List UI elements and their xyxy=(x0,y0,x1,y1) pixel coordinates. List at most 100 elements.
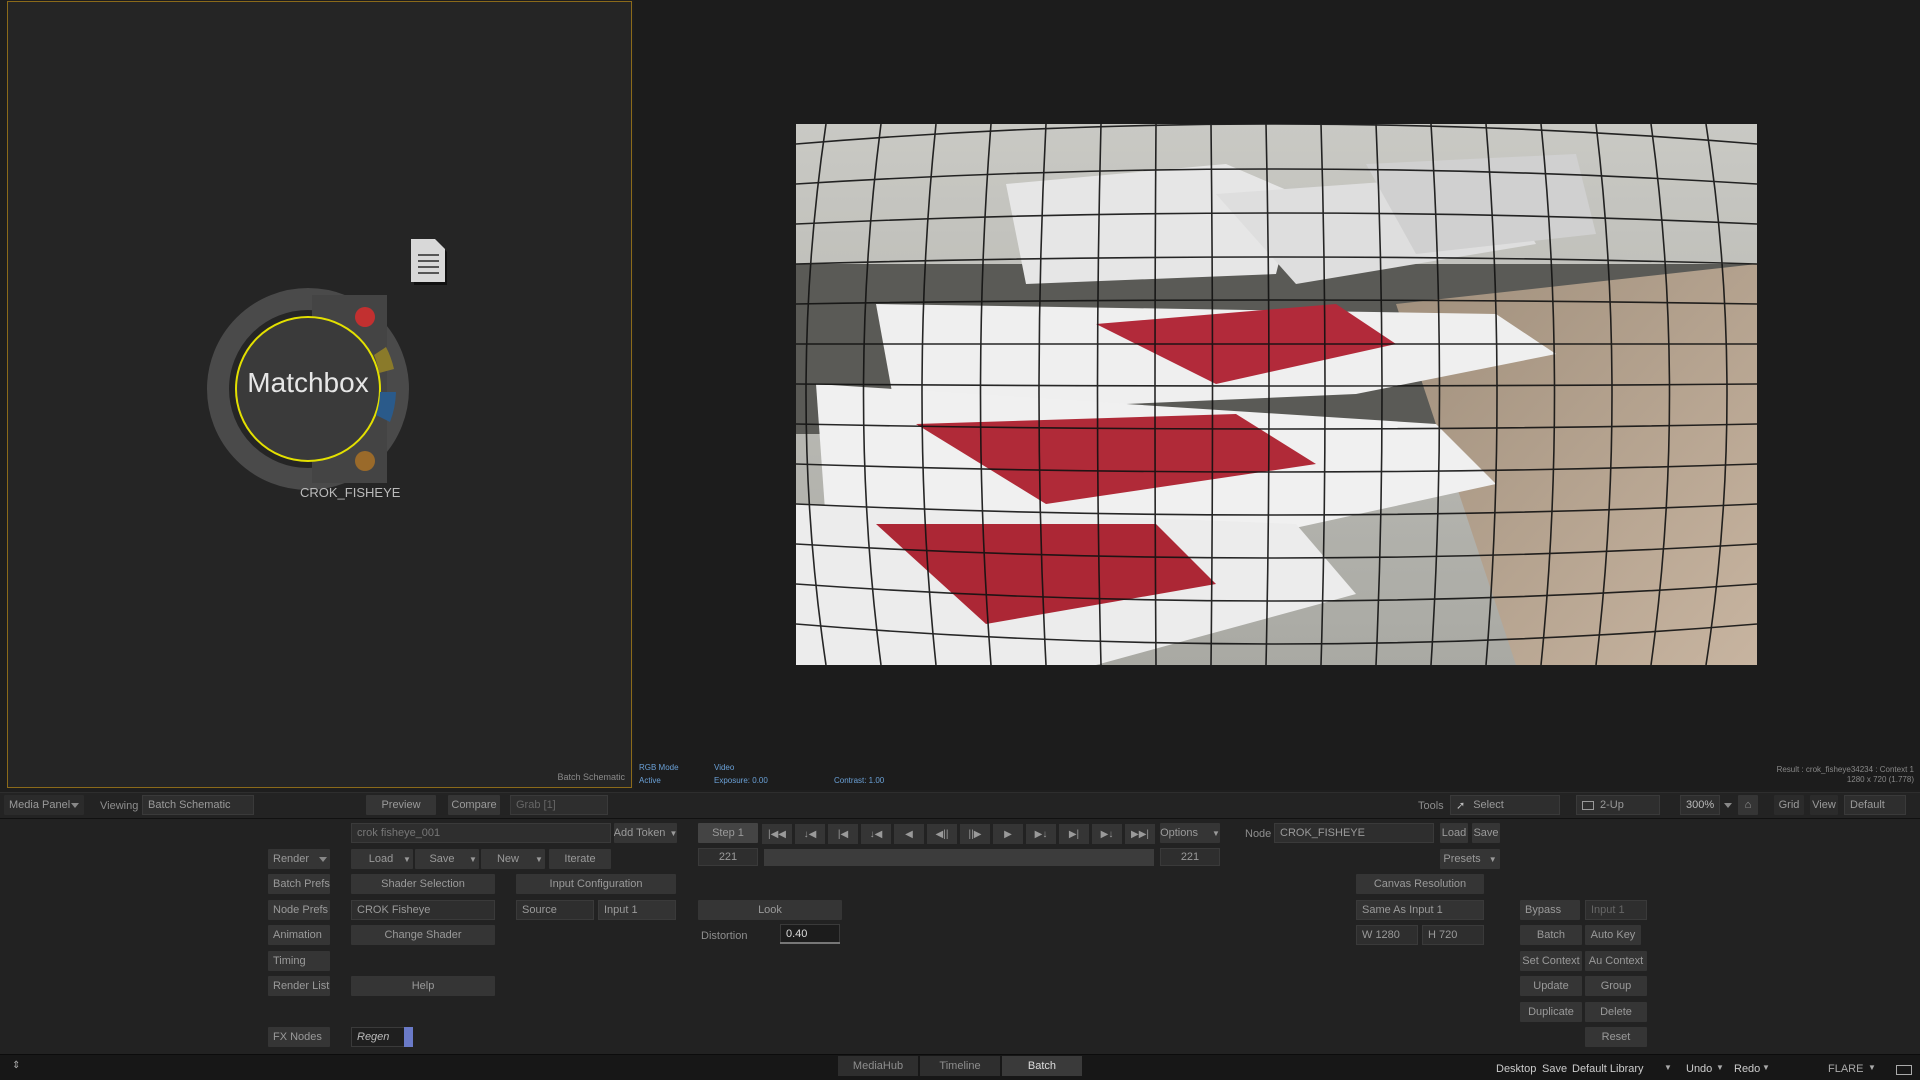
save-button[interactable]: Save xyxy=(415,849,469,869)
viewer-image[interactable] xyxy=(796,124,1757,665)
keyboard-icon[interactable] xyxy=(1896,1065,1912,1075)
bypass-button[interactable]: Bypass xyxy=(1520,900,1580,920)
auto-key-button[interactable]: Auto Key xyxy=(1585,925,1641,945)
look-tab[interactable]: Look xyxy=(698,900,842,920)
cursor-arrow-icon: ➚ xyxy=(1456,799,1466,812)
step-back-icon[interactable]: ◀ xyxy=(894,824,924,844)
duplicate-button[interactable]: Duplicate xyxy=(1520,1002,1582,1022)
source-label: Source xyxy=(516,900,594,920)
view-default-select[interactable]: Default xyxy=(1844,795,1906,815)
preview-button[interactable]: Preview xyxy=(366,795,436,815)
presets-button[interactable]: Presets ▼ xyxy=(1440,849,1500,869)
pause-icon[interactable]: ||▶ xyxy=(960,824,990,844)
node-prefs-button[interactable]: Node Prefs xyxy=(268,900,330,920)
node-save-button[interactable]: Save xyxy=(1472,823,1500,843)
update-button[interactable]: Update xyxy=(1520,976,1582,996)
change-shader-button[interactable]: Change Shader xyxy=(351,925,495,945)
batch-button[interactable]: Batch xyxy=(1520,925,1582,945)
select-tool[interactable]: ➚ Select xyxy=(1450,795,1560,815)
node-name-field[interactable]: CROK_FISHEYE xyxy=(1274,823,1434,843)
grid-button[interactable]: Grid xyxy=(1774,795,1804,815)
viewing-label: Viewing xyxy=(100,800,139,812)
tab-batch[interactable]: Batch xyxy=(1002,1056,1082,1076)
two-up-button[interactable]: 2-Up xyxy=(1576,795,1660,815)
shader-selection-button[interactable]: Shader Selection xyxy=(351,874,495,894)
next-segment-icon[interactable]: ▶↓ xyxy=(1092,824,1122,844)
timing-button[interactable]: Timing xyxy=(268,951,330,971)
batch-prefs-button[interactable]: Batch Prefs xyxy=(268,874,330,894)
next-mark-icon[interactable]: ▶| xyxy=(1059,824,1089,844)
render-menu-icon[interactable] xyxy=(316,849,330,869)
tools-label: Tools xyxy=(1418,800,1444,812)
go-to-end-icon[interactable]: ▶▶| xyxy=(1125,824,1155,844)
go-to-start-icon[interactable]: |◀◀ xyxy=(762,824,792,844)
add-token-button[interactable]: Add Token ▼ xyxy=(614,823,677,843)
step-forward-icon[interactable]: ▶↓ xyxy=(1026,824,1056,844)
prev-mark-icon[interactable]: |◀ xyxy=(828,824,858,844)
distortion-slider[interactable]: 0.40 xyxy=(780,924,840,944)
shader-name-field[interactable]: CROK Fisheye xyxy=(351,900,495,920)
setup-filename-field[interactable]: crok fisheye_001 xyxy=(351,823,611,843)
animation-button[interactable]: Animation xyxy=(268,925,330,945)
width-field[interactable]: W 1280 xyxy=(1356,925,1418,945)
undo-button[interactable]: Undo xyxy=(1686,1063,1712,1075)
zoom-chevron-down-icon[interactable] xyxy=(1724,803,1732,808)
schematic-footer-label: Batch Schematic xyxy=(557,772,625,782)
frame-start-field[interactable]: 221 xyxy=(698,848,758,866)
tab-timeline[interactable]: Timeline xyxy=(920,1056,1000,1076)
canvas-resolution-button[interactable]: Canvas Resolution xyxy=(1356,874,1484,894)
frame-end-field[interactable]: 221 xyxy=(1160,848,1220,866)
chevron-down-icon[interactable]: ▼ xyxy=(1664,1063,1672,1072)
new-menu-icon[interactable]: ▼ xyxy=(533,849,545,869)
chevron-down-icon[interactable]: ▼ xyxy=(1868,1063,1876,1072)
zoom-field[interactable]: 300% xyxy=(1680,795,1720,815)
prev-key-icon[interactable]: ↓◀ xyxy=(795,824,825,844)
matchbox-node[interactable]: Matchbox xyxy=(204,287,414,497)
set-context-button[interactable]: Set Context xyxy=(1520,951,1582,971)
step-button[interactable]: Step 1 xyxy=(698,823,758,843)
iterate-button[interactable]: Iterate xyxy=(549,849,611,869)
home-icon[interactable]: ⌂ xyxy=(1738,795,1758,815)
node-load-button[interactable]: Load xyxy=(1440,823,1468,843)
video-label: Video xyxy=(714,763,735,772)
redo-button[interactable]: Redo xyxy=(1734,1063,1760,1075)
collapse-icon[interactable]: ⇕ xyxy=(12,1060,20,1071)
au-context-button[interactable]: Au Context xyxy=(1585,951,1647,971)
chevron-down-icon: ▼ xyxy=(1488,854,1497,864)
file-node-icon[interactable] xyxy=(409,237,451,287)
matchbox-node-label: CROK_FISHEYE xyxy=(300,485,401,500)
desktop-button[interactable]: Desktop xyxy=(1496,1063,1536,1075)
reset-button[interactable]: Reset xyxy=(1585,1027,1647,1047)
viewing-select[interactable]: Batch Schematic xyxy=(142,795,254,815)
grab-field[interactable]: Grab [1] xyxy=(510,795,608,815)
tab-mediahub[interactable]: MediaHub xyxy=(838,1056,918,1076)
delete-button[interactable]: Delete xyxy=(1585,1002,1647,1022)
play-icon[interactable]: ▶ xyxy=(993,824,1023,844)
input-configuration-button[interactable]: Input Configuration xyxy=(516,874,676,894)
chevron-down-icon[interactable]: ▼ xyxy=(1716,1063,1724,1072)
new-button[interactable]: New xyxy=(481,849,535,869)
canvas-resolution-select[interactable]: Same As Input 1 xyxy=(1356,900,1484,920)
batch-schematic[interactable]: Matchbox CROK_FISHEYE Batch Schematic xyxy=(7,1,632,788)
fx-nodes-button[interactable]: FX Nodes xyxy=(268,1027,330,1047)
node-label: Node xyxy=(1245,828,1272,840)
view-button[interactable]: View xyxy=(1810,795,1838,815)
chevron-down-icon xyxy=(71,803,79,808)
timeline-scrubber[interactable] xyxy=(764,849,1154,866)
save-menu-icon[interactable]: ▼ xyxy=(467,849,479,869)
load-menu-icon[interactable]: ▼ xyxy=(401,849,413,869)
help-button[interactable]: Help xyxy=(351,976,495,996)
options-button[interactable]: Options ▼ xyxy=(1160,823,1220,843)
chevron-down-icon[interactable]: ▼ xyxy=(1762,1063,1770,1072)
group-button[interactable]: Group xyxy=(1585,976,1647,996)
bypass-input-select[interactable]: Input 1 xyxy=(1585,900,1647,920)
library-select[interactable]: Default Library xyxy=(1572,1063,1644,1075)
prev-segment-icon[interactable]: ↓◀ xyxy=(861,824,891,844)
height-field[interactable]: H 720 xyxy=(1422,925,1484,945)
result-resolution: 1280 x 720 (1.778) xyxy=(1846,775,1914,784)
bottom-save-button[interactable]: Save xyxy=(1542,1063,1567,1075)
source-input-select[interactable]: Input 1 xyxy=(598,900,676,920)
compare-button[interactable]: Compare xyxy=(448,795,500,815)
play-reverse-icon[interactable]: ◀|| xyxy=(927,824,957,844)
render-list-button[interactable]: Render List xyxy=(268,976,330,996)
